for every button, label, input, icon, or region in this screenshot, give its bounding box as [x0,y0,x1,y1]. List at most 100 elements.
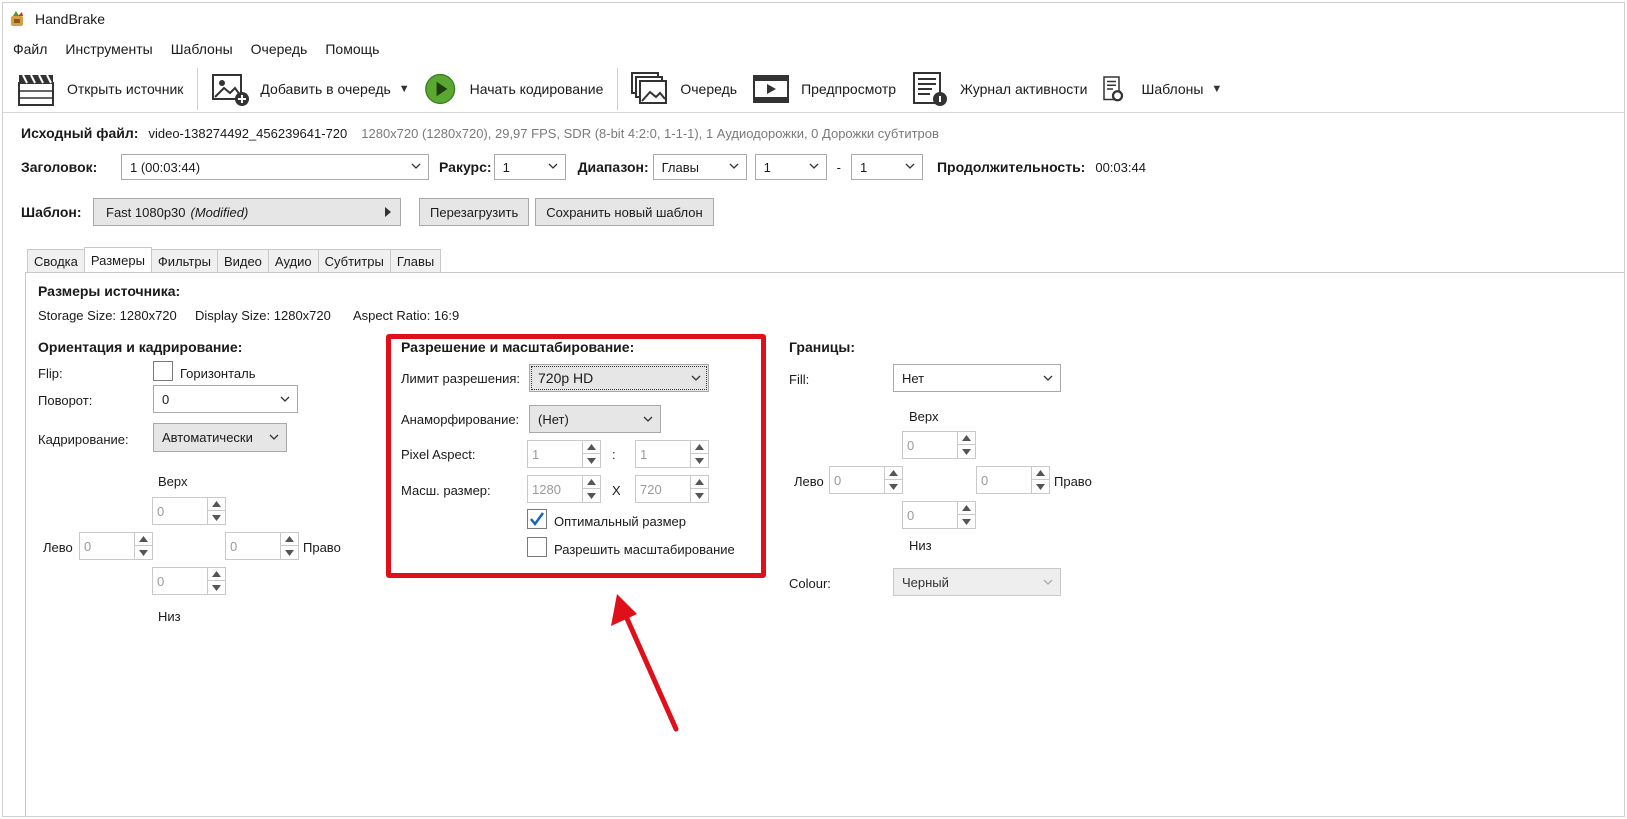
crop-left-label: Лево [43,540,73,555]
duration-value: 00:03:44 [1095,159,1146,175]
chevron-down-icon [1043,579,1053,585]
add-to-queue-label: Добавить в очередь [260,80,391,97]
border-right-stepper[interactable]: 0 [976,466,1050,494]
crop-right-stepper[interactable]: 0 [225,532,299,560]
tab-subtitles[interactable]: Субтитры [317,249,391,273]
crop-left-stepper[interactable]: 0 [79,532,153,560]
preview-label: Предпросмотр [801,80,897,97]
chevron-down-icon [548,163,558,169]
arrow-up-icon[interactable] [1032,467,1049,480]
crop-mode-value: Автоматически [162,430,253,445]
chevron-down-icon [280,396,290,402]
open-source-button[interactable]: Открыть источник [11,67,189,111]
range-to-select[interactable]: 1 [850,154,923,180]
tab-filters[interactable]: Фильтры [150,249,218,273]
fill-select[interactable]: Нет [893,364,1061,392]
presets-button[interactable]: Шаблоны ▼ [1095,67,1228,111]
stepper-arrows [884,467,902,493]
crop-top-label: Верх [158,474,188,489]
arrow-down-icon[interactable] [958,445,975,458]
border-bottom-label: Низ [909,538,932,553]
title-row: Заголовок: 1 (00:03:44) Ракурс: 1 Диапаз… [21,154,1146,180]
arrow-up-icon[interactable] [281,533,298,546]
tab-chapters[interactable]: Главы [389,249,442,273]
tab-dimensions[interactable]: Размеры [83,247,152,273]
crop-top-stepper[interactable]: 0 [152,497,226,525]
tab-video[interactable]: Видео [216,249,269,273]
orientation-title: Ориентация и кадрирование: [38,339,243,355]
film-preview-icon [753,74,790,103]
menu-file[interactable]: Файл [13,41,47,57]
source-filename: video-138274492_456239641-720 [148,125,348,141]
add-image-icon [212,73,250,106]
arrow-down-icon[interactable] [281,546,298,559]
border-bottom-stepper[interactable]: 0 [902,501,976,529]
activity-log-icon [913,71,948,106]
arrow-up-icon[interactable] [958,432,975,445]
menu-help[interactable]: Помощь [325,41,379,57]
border-top-value: 0 [907,438,915,453]
menu-tools[interactable]: Инструменты [65,41,152,57]
aspect-ratio: Aspect Ratio: 16:9 [353,308,460,323]
start-encode-button[interactable]: Начать кодирование [418,67,610,111]
stepper-arrows [957,502,975,528]
range-from-select[interactable]: 1 [754,154,827,180]
arrow-up-icon[interactable] [958,502,975,515]
arrow-up-icon[interactable] [135,533,152,546]
title-label: Заголовок: [21,159,98,175]
title-select[interactable]: 1 (00:03:44) [121,154,429,180]
flip-horizontal-checkbox[interactable] [153,361,173,381]
angle-select[interactable]: 1 [493,154,566,180]
fill-label: Fill: [789,372,810,387]
window-title: HandBrake [35,11,106,27]
preview-button[interactable]: Предпросмотр [745,67,902,111]
arrow-down-icon[interactable] [1032,480,1049,493]
annotation-arrow-icon [611,594,679,732]
presets-dropdown-icon[interactable]: ▼ [1211,83,1222,95]
crop-right-value: 0 [230,539,238,554]
colour-select[interactable]: Черный [893,568,1061,596]
preset-modified: (Modified) [190,204,249,220]
range-type-select[interactable]: Главы [652,154,747,180]
arrow-down-icon[interactable] [958,515,975,528]
menu-queue[interactable]: Очередь [251,41,308,57]
stepper-arrows [207,498,225,524]
handbrake-window: HandBrake Файл Инструменты Шаблоны Очере… [2,2,1625,817]
presets-label: Шаблоны [1141,80,1204,97]
border-left-label: Лево [794,474,824,489]
tab-summary[interactable]: Сводка [27,249,85,273]
menu-bar: Файл Инструменты Шаблоны Очередь Помощь [3,37,397,61]
clapperboard-icon [18,74,54,106]
rotate-value: 0 [162,391,170,407]
chevron-down-icon [1043,375,1053,381]
menu-presets[interactable]: Шаблоны [171,41,233,57]
arrow-down-icon[interactable] [135,546,152,559]
crop-left-value: 0 [84,539,92,554]
border-left-stepper[interactable]: 0 [829,466,903,494]
border-top-stepper[interactable]: 0 [902,431,976,459]
tab-audio[interactable]: Аудио [267,249,319,273]
add-to-queue-dropdown-icon[interactable]: ▼ [399,83,410,95]
arrow-up-icon[interactable] [208,568,225,581]
save-new-preset-button[interactable]: Сохранить новый шаблон [535,198,714,226]
arrow-down-icon[interactable] [208,511,225,524]
preset-label: Шаблон: [21,204,82,220]
reload-button[interactable]: Перезагрузить [419,198,530,226]
crop-bottom-stepper[interactable]: 0 [152,567,226,595]
stepper-arrows [1031,467,1049,493]
arrow-up-icon[interactable] [885,467,902,480]
crop-right-label: Право [303,540,341,555]
arrow-up-icon[interactable] [208,498,225,511]
arrow-down-icon[interactable] [885,480,902,493]
arrow-down-icon[interactable] [208,581,225,594]
add-to-queue-button[interactable]: Добавить в очередь ▼ [204,67,415,111]
activity-log-button[interactable]: Журнал активности [904,67,1093,111]
crop-mode-select[interactable]: Автоматически [153,423,287,452]
colour-value: Черный [902,574,949,590]
queue-label: Очередь [680,80,738,97]
tab-strip: Сводка Размеры Фильтры Видео Аудио Субти… [27,247,442,273]
border-bottom-value: 0 [907,508,915,523]
queue-button[interactable]: Очередь [624,67,743,111]
rotate-select[interactable]: 0 [153,385,298,413]
preset-select[interactable]: Fast 1080p30 (Modified) [93,198,401,226]
